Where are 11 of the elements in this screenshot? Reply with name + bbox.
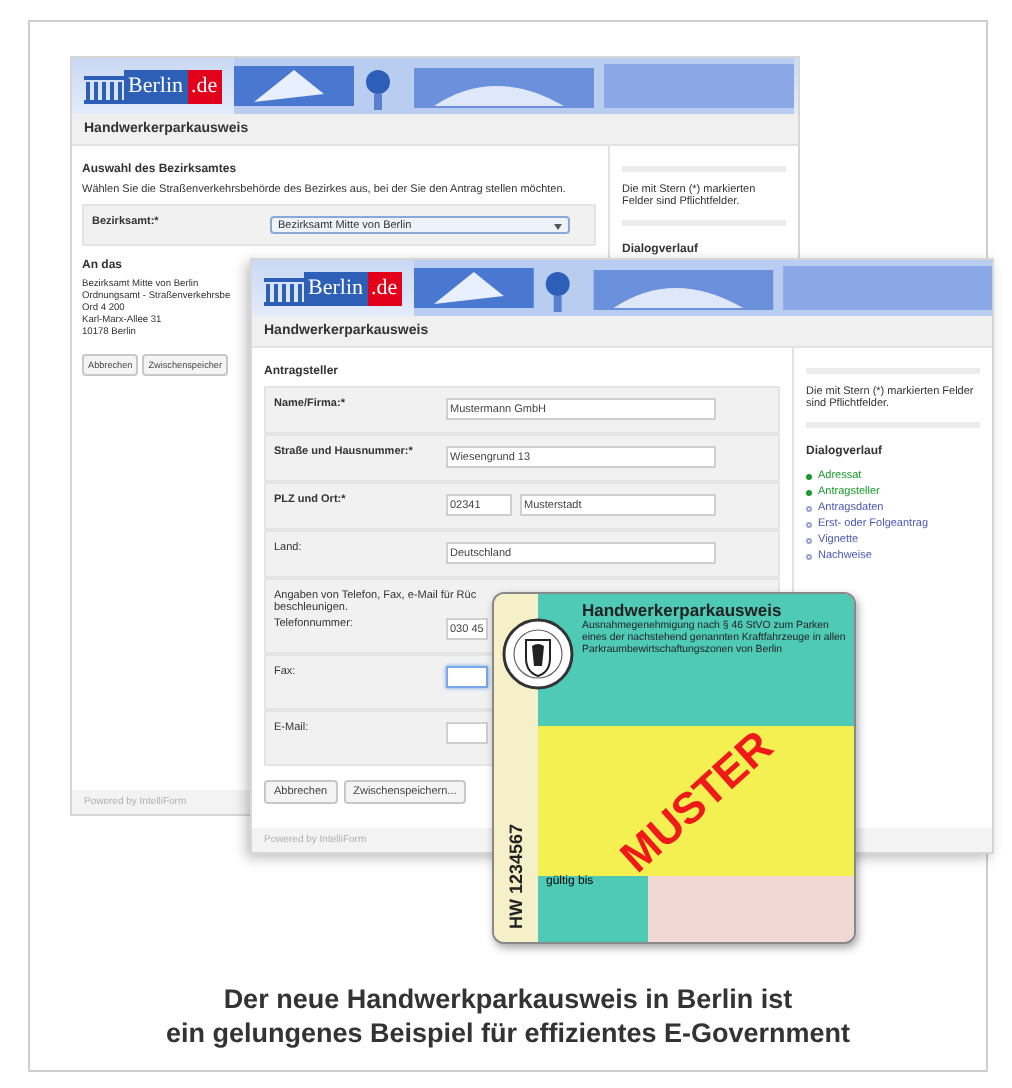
site-logo[interactable]: Berlin .de <box>264 270 402 306</box>
site-logo[interactable]: Berlin .de <box>84 68 222 104</box>
caption-text: Der neue Handwerkparkausweis in Berlin ist <box>223 984 793 1014</box>
pillars-icon <box>84 72 124 104</box>
pillars-icon <box>264 274 304 306</box>
text-field[interactable] <box>446 722 488 744</box>
permit-title: Handwerkerparkausweis <box>582 600 784 620</box>
coat-of-arms-icon <box>502 618 574 690</box>
caption-text: ein gelungenes Beispiel für effizientes E-Government <box>165 1018 851 1048</box>
text-field[interactable] <box>446 666 488 688</box>
caret-icon <box>554 221 562 229</box>
